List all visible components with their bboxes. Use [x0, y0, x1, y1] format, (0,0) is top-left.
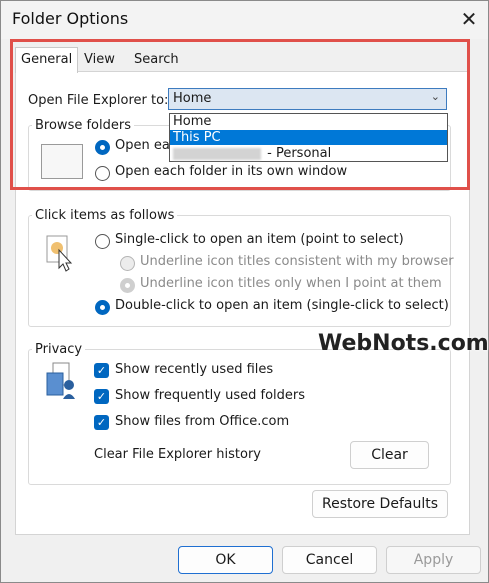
radio-same-window[interactable] [95, 140, 110, 155]
open-explorer-dropdown: Home This PC - Personal [169, 113, 448, 162]
checkbox-frequent-folders-label[interactable]: Show frequently used folders [115, 388, 305, 403]
pointer-click-icon [46, 235, 73, 272]
window-title: Folder Options [12, 9, 129, 28]
radio-underline-point-label[interactable]: Underline icon titles only when I point … [140, 276, 442, 291]
radio-single-click-label[interactable]: Single-click to open an item (point to s… [115, 232, 404, 247]
chevron-down-icon[interactable]: ⌄ [431, 90, 440, 103]
tab-search[interactable]: Search [129, 49, 184, 71]
ok-button[interactable]: OK [178, 546, 273, 574]
close-icon[interactable]: ✕ [456, 5, 482, 33]
radio-underline-browser-label[interactable]: Underline icon titles consistent with my… [140, 254, 454, 269]
restore-defaults-button[interactable]: Restore Defaults [312, 490, 448, 518]
radio-double-click-label[interactable]: Double-click to open an item (single-cli… [115, 298, 449, 313]
privacy-files-icon [46, 362, 75, 399]
tab-view[interactable]: View [79, 49, 120, 71]
clear-history-label: Clear File Explorer history [94, 447, 261, 462]
browse-folders-preview-icon [41, 144, 83, 179]
cancel-button[interactable]: Cancel [282, 546, 377, 574]
open-explorer-combo[interactable]: Home ⌄ [168, 88, 447, 110]
radio-double-click[interactable] [95, 300, 110, 315]
combo-value: Home [173, 91, 212, 106]
radio-single-click[interactable] [95, 234, 110, 249]
dropdown-option-personal[interactable]: - Personal [170, 146, 447, 161]
radio-own-window-label[interactable]: Open each folder in its own window [115, 164, 347, 179]
checkbox-office-files-label[interactable]: Show files from Office.com [115, 414, 289, 429]
open-explorer-label: Open File Explorer to: [28, 93, 169, 108]
radio-same-window-label[interactable]: Open ea [115, 138, 170, 153]
radio-underline-point[interactable] [120, 278, 135, 293]
checkbox-recent-files[interactable]: ✓ [94, 363, 109, 378]
dropdown-option-this-pc[interactable]: This PC [170, 130, 447, 145]
title-bar: Folder Options ✕ [1, 1, 488, 39]
redacted-account-name [173, 147, 261, 160]
apply-button[interactable]: Apply [386, 546, 481, 574]
tab-general[interactable]: General [15, 47, 79, 73]
browse-folders-title: Browse folders [32, 118, 134, 133]
folder-options-window: Folder Options ✕ General View Search Ope… [0, 0, 489, 583]
watermark-logo: WebNots.com [318, 331, 489, 356]
radio-own-window[interactable] [95, 166, 110, 181]
privacy-title: Privacy [32, 342, 86, 357]
checkbox-recent-files-label[interactable]: Show recently used files [115, 362, 273, 377]
checkbox-office-files[interactable]: ✓ [94, 415, 109, 430]
clear-button[interactable]: Clear [350, 441, 429, 469]
click-items-title: Click items as follows [32, 208, 178, 223]
checkbox-frequent-folders[interactable]: ✓ [94, 389, 109, 404]
radio-underline-browser[interactable] [120, 256, 135, 271]
dropdown-option-home[interactable]: Home [170, 114, 447, 129]
